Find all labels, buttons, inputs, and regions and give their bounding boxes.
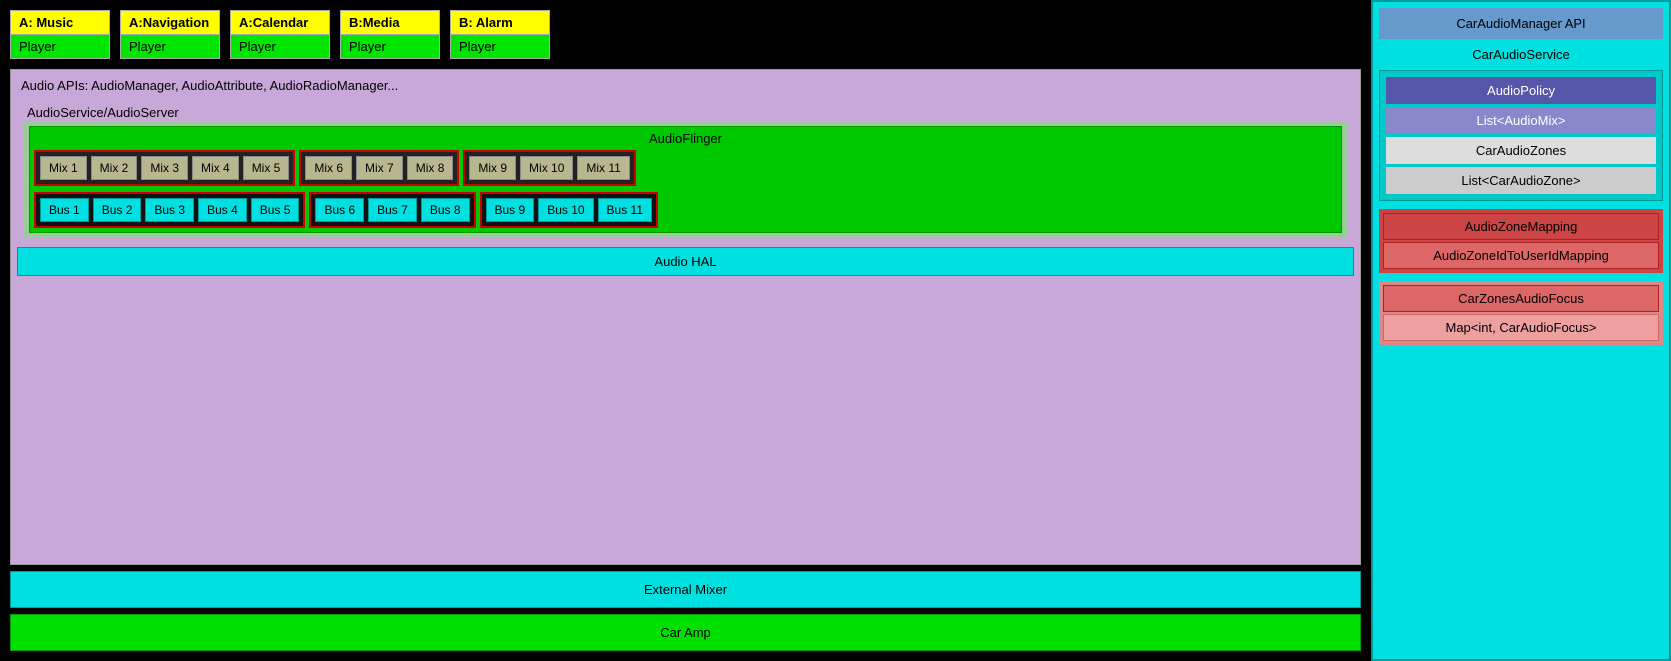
right-panel: CarAudioManager API CarAudioService Audi…	[1371, 0, 1671, 661]
bus-box-1-0: Bus 6	[315, 198, 364, 222]
car-audio-manager-api: CarAudioManager API	[1379, 8, 1663, 39]
player-label-4: B: Alarm	[450, 10, 550, 35]
audio-flinger-container: AudioFlinger Mix 1 Mix 2 Mix 3 Mix 4 Mix…	[29, 126, 1342, 233]
mix-box-0-1: Mix 2	[91, 156, 138, 180]
mix-box-1-1: Mix 7	[356, 156, 403, 180]
mix-box-2-2: Mix 11	[577, 156, 629, 180]
mix-box-0-4: Mix 5	[243, 156, 290, 180]
player-bottom-4: Player	[450, 35, 550, 59]
car-zones-audio-focus-section: CarZonesAudioFocus Map<int, CarAudioFocu…	[1379, 281, 1663, 345]
car-zones-focus-box: CarZonesAudioFocus	[1383, 285, 1659, 312]
bus-box-1-2: Bus 8	[421, 198, 470, 222]
player-bottom-2: Player	[230, 35, 330, 59]
audio-zone-mapping-section: AudioZoneMapping AudioZoneIdToUserIdMapp…	[1379, 209, 1663, 273]
bus-zone-1: Bus 6 Bus 7 Bus 8	[309, 192, 475, 228]
bus-box-2-0: Bus 9	[486, 198, 535, 222]
bus-box-0-1: Bus 2	[93, 198, 142, 222]
external-mixer-layer: External Mixer	[10, 571, 1361, 608]
player-card-1: A:Navigation Player	[120, 10, 220, 59]
list-caraudiozone-box: List<CarAudioZone>	[1386, 167, 1656, 194]
player-cards: A: Music Player A:Navigation Player A:Ca…	[10, 10, 1361, 59]
audio-policy-box: AudioPolicy	[1386, 77, 1656, 104]
list-audiomix-box: List<AudioMix>	[1386, 107, 1656, 134]
purple-layer: AudioService/AudioServer AudioFlinger Mi…	[17, 99, 1354, 241]
player-label-1: A:Navigation	[120, 10, 220, 35]
bus-box-0-3: Bus 4	[198, 198, 247, 222]
car-audio-zones-box: CarAudioZones	[1386, 137, 1656, 164]
player-card-2: A:Calendar Player	[230, 10, 330, 59]
player-label-2: A:Calendar	[230, 10, 330, 35]
audio-api-label: Audio APIs: AudioManager, AudioAttribute…	[17, 76, 1354, 95]
audio-zone-mapping-box: AudioZoneMapping	[1383, 213, 1659, 240]
player-bottom-1: Player	[120, 35, 220, 59]
mix-zone-0: Mix 1 Mix 2 Mix 3 Mix 4 Mix 5	[34, 150, 295, 186]
audio-zone-id-box: AudioZoneIdToUserIdMapping	[1383, 242, 1659, 269]
bus-box-1-1: Bus 7	[368, 198, 417, 222]
bus-box-0-0: Bus 1	[40, 198, 89, 222]
mix-zone-2: Mix 9 Mix 10 Mix 11	[463, 150, 635, 186]
mix-zone-1: Mix 6 Mix 7 Mix 8	[299, 150, 459, 186]
mix-box-0-3: Mix 4	[192, 156, 239, 180]
player-label-3: B:Media	[340, 10, 440, 35]
player-label-0: A: Music	[10, 10, 110, 35]
mix-box-2-1: Mix 10	[520, 156, 573, 180]
mix-zones-row: Mix 1 Mix 2 Mix 3 Mix 4 Mix 5 Mix 6 Mix …	[34, 150, 1337, 186]
bus-box-2-1: Bus 10	[538, 198, 593, 222]
bus-zones-row: Bus 1 Bus 2 Bus 3 Bus 4 Bus 5 Bus 6 Bus …	[34, 192, 1337, 228]
player-card-3: B:Media Player	[340, 10, 440, 59]
audio-flinger-label: AudioFlinger	[34, 131, 1337, 146]
mix-box-1-2: Mix 8	[407, 156, 454, 180]
audio-service-label: AudioService/AudioServer	[23, 103, 1348, 122]
bus-box-0-4: Bus 5	[251, 198, 300, 222]
mix-box-1-0: Mix 6	[305, 156, 352, 180]
car-amp-layer: Car Amp	[10, 614, 1361, 651]
map-car-audio-focus-box: Map<int, CarAudioFocus>	[1383, 314, 1659, 341]
audio-flinger-wrapper: AudioFlinger Mix 1 Mix 2 Mix 3 Mix 4 Mix…	[23, 122, 1348, 237]
bus-box-0-2: Bus 3	[145, 198, 194, 222]
main-diagram: A: Music Player A:Navigation Player A:Ca…	[0, 0, 1371, 661]
mix-box-0-2: Mix 3	[141, 156, 188, 180]
mix-box-0-0: Mix 1	[40, 156, 87, 180]
layers-container: Audio APIs: AudioManager, AudioAttribute…	[10, 69, 1361, 565]
bus-zone-2: Bus 9 Bus 10 Bus 11	[480, 192, 659, 228]
player-bottom-0: Player	[10, 35, 110, 59]
bus-zone-0: Bus 1 Bus 2 Bus 3 Bus 4 Bus 5	[34, 192, 305, 228]
player-card-4: B: Alarm Player	[450, 10, 550, 59]
car-audio-service-inner: AudioPolicy List<AudioMix> CarAudioZones…	[1379, 70, 1663, 201]
player-bottom-3: Player	[340, 35, 440, 59]
car-audio-service-label: CarAudioService	[1379, 43, 1663, 66]
mix-box-2-0: Mix 9	[469, 156, 516, 180]
audio-hal-layer: Audio HAL	[17, 247, 1354, 276]
player-card-0: A: Music Player	[10, 10, 110, 59]
bus-box-2-2: Bus 11	[598, 198, 652, 222]
